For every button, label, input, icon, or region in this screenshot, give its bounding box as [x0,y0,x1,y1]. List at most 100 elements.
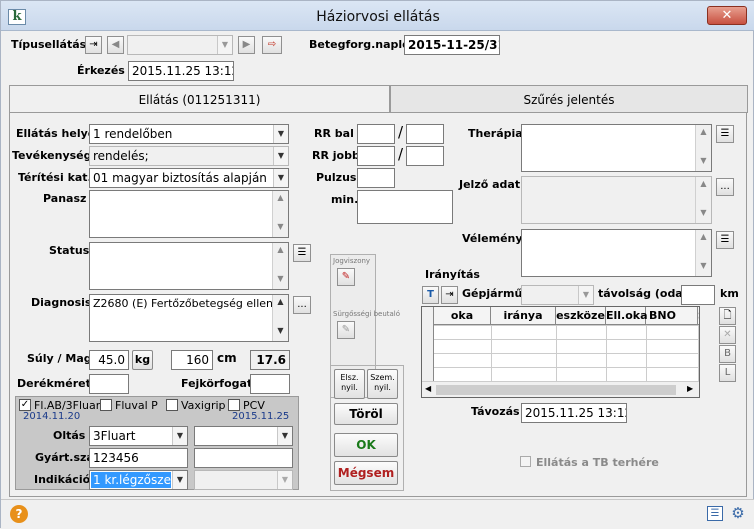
rr-bal-dia-field[interactable] [406,124,444,144]
rr-bal-label: RR bal [314,127,354,140]
rr-jobb-dia-field[interactable] [406,146,444,166]
grid-col-elloka[interactable]: Ell.oka [606,307,648,325]
export-icon[interactable]: ⇨ [262,36,282,54]
vaccine-date-right: 2015.11.25 [232,411,290,422]
import-icon[interactable]: ⇥ [85,36,102,54]
prev-arrow-icon[interactable]: ◀ [107,36,124,54]
ellatas-helye-dropdown-icon[interactable]: ▼ [273,125,288,143]
vaccine-check-4[interactable] [228,399,240,411]
fejkor-field[interactable] [250,374,290,394]
tevekenyseg-dropdown-icon[interactable]: ▼ [273,147,288,165]
kg-button[interactable]: kg [132,350,153,370]
panasz-scrollbar[interactable]: ▲ ▼ [272,191,288,237]
help-icon[interactable]: ? [10,505,28,523]
betegforg-label: Betegforg.napló [309,38,410,51]
status-bar: ? ☰ ⚙ [1,499,754,529]
list-view-icon[interactable]: ☰ [707,506,723,521]
pulzus-field[interactable] [357,168,395,188]
grid-col-oka[interactable]: oka [434,307,491,325]
b-button[interactable]: B [719,345,736,363]
panasz-label: Panasz [43,192,87,205]
torol-button[interactable]: Töröl [334,403,398,425]
oltas-2-dropdown-icon[interactable]: ▼ [277,427,292,445]
pulzus-label: Pulzus [316,171,357,184]
grid-col-eszkoze[interactable]: eszköze [556,307,606,325]
megsem-button[interactable]: Mégsem [334,461,398,485]
velemeny-list-icon[interactable]: ☰ [716,231,734,249]
tavozas-field[interactable]: 2015.11.25 13:12 [521,403,627,423]
grid-hscrollbar[interactable]: ◀ ▶ [422,381,699,397]
vaccine-check-3[interactable] [166,399,178,411]
jelzo-scrollbar[interactable]: ▲ ▼ [695,177,711,223]
delete-row-icon[interactable]: ✕ [719,326,736,344]
therapia-label: Therápia [468,127,523,140]
vaccine-check-3-label: Vaxigrip [181,399,226,412]
oltas-dropdown-icon[interactable]: ▼ [172,427,187,445]
derek-field[interactable] [89,374,129,394]
betegforg-field[interactable]: 2015-11-25/311 [404,35,500,55]
new-row-icon[interactable]: 🗋 [719,307,736,325]
surgossegi-icon[interactable]: ✎ [337,321,355,339]
fejkor-label: Fejkörfogat [181,377,253,390]
min-field[interactable] [357,190,453,224]
grid-col-iranya[interactable]: iránya [491,307,556,325]
iranyitas-grid[interactable]: oka iránya eszköze Ell.oka BNO S ◀ ▶ [421,306,700,398]
indikacio-label: Indikáció [34,473,91,486]
diagnosis-more-button[interactable]: ... [293,296,311,314]
tab-ellatas[interactable]: Ellátás (011251311) [9,85,390,114]
tipusellatas-dropdown-icon[interactable]: ▼ [217,36,232,54]
panasz-textarea[interactable] [89,190,289,238]
next-arrow-icon[interactable]: ▶ [238,36,255,54]
vaccine-check-1[interactable]: ✓ [19,399,31,411]
tab-szures-jelentes[interactable]: Szűrés jelentés [390,85,748,113]
rr-jobb-sys-field[interactable] [357,146,395,166]
tevekenyseg-select[interactable]: rendelés; [89,146,289,166]
gyartszam-field[interactable]: 123456 [89,448,188,468]
vaccine-check-2[interactable] [100,399,112,411]
jelzo-textarea[interactable] [521,176,712,224]
therapia-textarea[interactable] [521,124,712,172]
ok-button[interactable]: OK [334,433,398,457]
rr-jobb-label: RR jobb [312,149,360,162]
status-textarea[interactable] [89,242,289,290]
szem-nyil-button[interactable]: Szem. nyil. [367,369,398,399]
velemeny-scrollbar[interactable]: ▲ ▼ [695,230,711,276]
indikacio-dropdown-icon[interactable]: ▼ [172,471,187,489]
diagnosis-textarea[interactable]: Z2680 (E) Fertőzőbetegség ellen [89,294,289,342]
magassag-field[interactable]: 160 [171,350,213,370]
t-icon[interactable]: T [422,286,439,304]
therapia-list-icon[interactable]: ☰ [716,125,734,143]
grid-col-s[interactable]: S [698,307,699,325]
close-button[interactable]: ✕ [707,6,747,25]
import-row-icon[interactable]: ⇥ [441,286,458,304]
tipusellatas-label: Típusellátás [11,38,87,51]
gepjarmu-dropdown-icon[interactable]: ▼ [578,286,593,304]
l-button[interactable]: L [719,364,736,382]
therapia-scrollbar[interactable]: ▲ ▼ [695,125,711,171]
status-list-icon[interactable]: ☰ [293,244,311,262]
teritesi-dropdown-icon[interactable]: ▼ [273,169,288,187]
oltas-label: Oltás [53,429,86,442]
grid-col-bno[interactable]: BNO [646,307,698,325]
status-scrollbar[interactable]: ▲ ▼ [272,243,288,289]
teritesi-label: Térítési kat. [18,171,92,184]
erkezes-field[interactable]: 2015.11.25 13:12 [128,61,234,81]
tb-checkbox[interactable] [520,456,531,467]
velemeny-textarea[interactable] [521,229,712,277]
surgossegi-label: Sürgősségi beutaló [333,310,401,318]
rr-jobb-slash: / [398,145,404,163]
gyartszam-2-field[interactable] [194,448,293,468]
main-window: k Háziorvosi ellátás ✕ Típusellátás ⇥ ◀ … [0,0,754,529]
rr-bal-sys-field[interactable] [357,124,395,144]
suly-field[interactable]: 45.0 [89,350,129,370]
settings-icon[interactable]: ⚙ [729,504,747,522]
jogviszony-icon[interactable]: ✎ [337,268,355,286]
diagnosis-scrollbar[interactable]: ▲ ▼ [272,295,288,341]
tavolsag-field[interactable] [681,285,715,305]
teritesi-select[interactable]: 01 magyar biztosítás alapján [89,168,289,188]
elsz-nyil-button[interactable]: Elsz. nyil. [334,369,365,399]
tavozas-label: Távozás [471,405,520,418]
jelzo-more-button[interactable]: ... [716,178,734,196]
indikacio-2-dropdown-icon[interactable]: ▼ [277,471,292,489]
ellatas-helye-select[interactable]: 1 rendelőben [89,124,289,144]
